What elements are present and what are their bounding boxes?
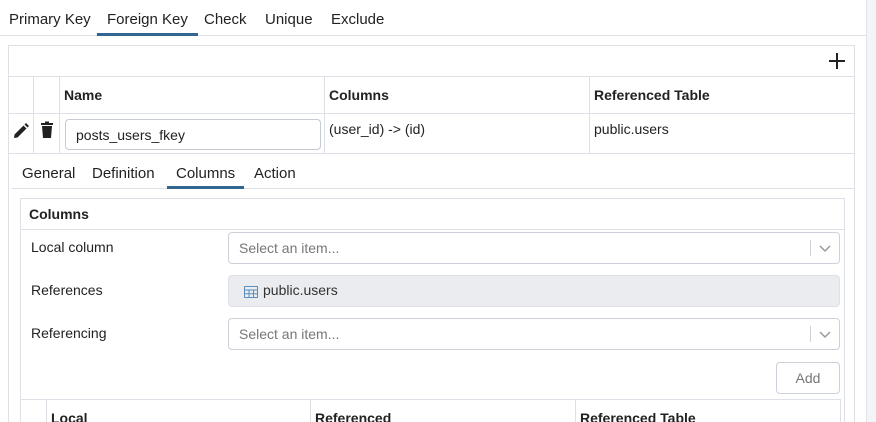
tab-unique[interactable]: Unique: [265, 0, 313, 36]
select-separator: [810, 240, 811, 256]
tab-definition[interactable]: Definition: [92, 158, 155, 189]
referencing-placeholder: Select an item...: [239, 326, 340, 342]
add-column-button[interactable]: Add: [776, 362, 840, 394]
constraint-name-input[interactable]: [65, 119, 321, 150]
mapping-delete-cell: [21, 400, 47, 422]
column-mapping-grid: Local Referenced Referenced Table: [21, 399, 841, 422]
local-column-placeholder: Select an item...: [239, 240, 340, 256]
tab-primary-key[interactable]: Primary Key: [9, 0, 91, 36]
tab-columns[interactable]: Columns: [167, 158, 245, 189]
tab-foreign-key[interactable]: Foreign Key: [97, 0, 198, 36]
header-edit-cell: [9, 77, 34, 113]
chevron-down-icon: [819, 331, 831, 339]
table-icon: [244, 286, 258, 298]
tab-action[interactable]: Action: [254, 158, 296, 189]
add-row-button[interactable]: [826, 49, 848, 73]
chevron-down-icon: [819, 245, 831, 253]
pencil-icon[interactable]: [12, 122, 30, 140]
references-value: public.users: [263, 282, 338, 298]
header-delete-cell: [34, 77, 60, 113]
fieldset-title: Columns: [29, 206, 89, 222]
local-column-label: Local column: [31, 239, 114, 255]
columns-value: (user_id) -> (id): [329, 121, 426, 137]
tab-check[interactable]: Check: [204, 0, 247, 36]
grid-toolbar: [9, 46, 854, 77]
plus-icon: [829, 53, 845, 69]
header-referenced: Referenced: [315, 410, 392, 422]
foreign-key-grid: Name Columns Referenced Table (user_id) …: [8, 45, 855, 422]
constraint-detail-panel: General Definition Columns Action Column…: [10, 158, 854, 422]
references-field: public.users: [228, 275, 840, 307]
detail-tabs: General Definition Columns Action: [12, 158, 854, 189]
references-label: References: [31, 282, 103, 298]
grid-header-row: Name Columns Referenced Table: [9, 77, 854, 114]
columns-fieldset: Columns Local column Select an item... R…: [20, 198, 845, 422]
header-name: Name: [64, 87, 103, 103]
header-referenced-table: Referenced Table: [594, 87, 710, 103]
header-local: Local: [51, 410, 88, 422]
table-row: (user_id) -> (id) public.users: [9, 114, 854, 154]
tab-general[interactable]: General: [22, 158, 75, 189]
referencing-select[interactable]: Select an item...: [228, 318, 840, 350]
scrollbar-track[interactable]: [866, 0, 876, 422]
constraint-tabs: Primary Key Foreign Key Check Unique Exc…: [0, 0, 866, 36]
local-column-select[interactable]: Select an item...: [228, 232, 840, 264]
referencing-label: Referencing: [31, 325, 107, 341]
header-columns: Columns: [329, 87, 389, 103]
fieldset-divider: [21, 229, 844, 230]
trash-icon[interactable]: [38, 121, 56, 139]
tab-exclude[interactable]: Exclude: [331, 0, 384, 36]
referenced-table-value: public.users: [594, 121, 669, 137]
select-separator: [810, 326, 811, 342]
header-mapping-referenced-table: Referenced Table: [580, 410, 696, 422]
